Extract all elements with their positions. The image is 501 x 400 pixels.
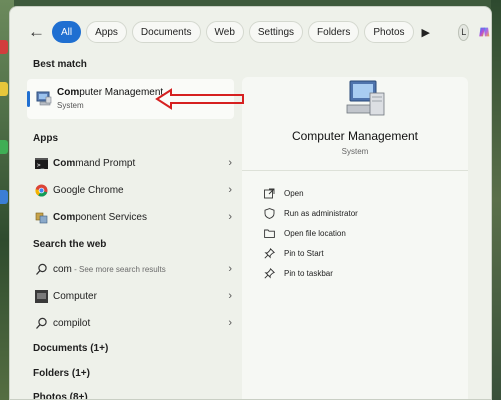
filter-web[interactable]: Web [205,21,244,43]
chevron-right-icon[interactable]: › [228,290,232,302]
filter-photos[interactable]: Photos [364,21,414,43]
web-result-com[interactable]: com - See more search results › [25,258,232,282]
action-label: Run as administrator [284,209,358,218]
preview-subtitle: System [341,147,369,156]
desktop-tile-red [0,40,8,54]
chevron-right-icon[interactable]: › [228,317,232,329]
component-services-icon [35,212,48,224]
chevron-right-icon[interactable]: › [228,157,232,169]
search-web-heading: Search the web [33,239,107,250]
divider [242,170,468,171]
desktop-wallpaper-right [491,0,501,400]
action-pin-to-taskbar[interactable]: Pin to taskbar [264,267,454,283]
filter-bar: ← All Apps Documents Web Settings Folder… [10,7,491,57]
desktop-tile-yellow [0,82,8,96]
category-documents[interactable]: Documents (1+) [33,343,108,354]
best-match-heading: Best match [33,59,87,70]
search-icon [36,263,47,275]
desktop-tile-green [0,140,8,154]
result-component-services[interactable]: Component Services › [25,206,232,230]
category-folders[interactable]: Folders (1+) [33,368,90,379]
result-label: Google Chrome [53,185,124,196]
selection-accent [27,91,30,107]
action-run-as-admin[interactable]: Run as administrator [264,207,454,223]
action-open[interactable]: Open [264,187,454,203]
svg-text:>_: >_ [37,162,45,169]
web-result-computer[interactable]: Computer › [25,285,232,309]
result-label: compilot [53,318,91,329]
avatar[interactable]: L [458,23,470,41]
filter-folders[interactable]: Folders [308,21,360,43]
action-open-file-location[interactable]: Open file location [264,227,454,243]
cmd-icon: >_ [35,158,48,169]
result-label: Command Prompt [53,158,136,169]
back-arrow-icon[interactable]: ← [28,22,45,42]
desktop-tile-blue [0,190,8,204]
filter-all[interactable]: All [52,21,82,43]
action-label: Open file location [284,229,346,238]
folder-icon [264,229,275,238]
filter-apps[interactable]: Apps [86,21,127,43]
play-icon[interactable]: ▶ [422,26,430,39]
computer-management-large-icon [346,80,385,116]
best-match-name: Computer Management [57,87,164,98]
filter-documents[interactable]: Documents [131,21,201,43]
chevron-right-icon[interactable]: › [228,211,232,223]
action-label: Pin to Start [284,249,324,258]
chevron-right-icon[interactable]: › [228,263,232,275]
preview-pane: Computer Management System Open Run as a… [242,77,468,399]
computer-icon [35,290,48,303]
chevron-right-icon[interactable]: › [228,184,232,196]
action-label: Open [284,189,304,198]
action-pin-to-start[interactable]: Pin to Start [264,247,454,263]
web-result-compilot[interactable]: compilot › [25,312,232,336]
computer-management-icon [36,91,52,106]
result-command-prompt[interactable]: >_ Command Prompt › [25,152,232,176]
search-icon [36,317,47,329]
result-label: Computer [53,291,97,302]
open-icon [264,188,275,199]
preview-title: Computer Management [291,129,419,143]
result-google-chrome[interactable]: Google Chrome › [25,179,232,203]
category-photos[interactable]: Photos (8+) [33,392,88,399]
apps-heading: Apps [33,133,58,144]
search-panel: ← All Apps Documents Web Settings Folder… [9,6,492,400]
shield-icon [264,208,275,219]
best-match-subtitle: System [57,101,84,110]
pin-icon [264,248,275,259]
chrome-icon [35,184,48,197]
copilot-icon[interactable] [478,22,491,42]
pin-icon [264,268,275,279]
result-label: Component Services [53,212,147,223]
action-label: Pin to taskbar [284,269,333,278]
result-label: com - See more search results [53,264,166,275]
filter-settings[interactable]: Settings [248,21,304,43]
red-arrow-annotation-icon [155,88,244,110]
